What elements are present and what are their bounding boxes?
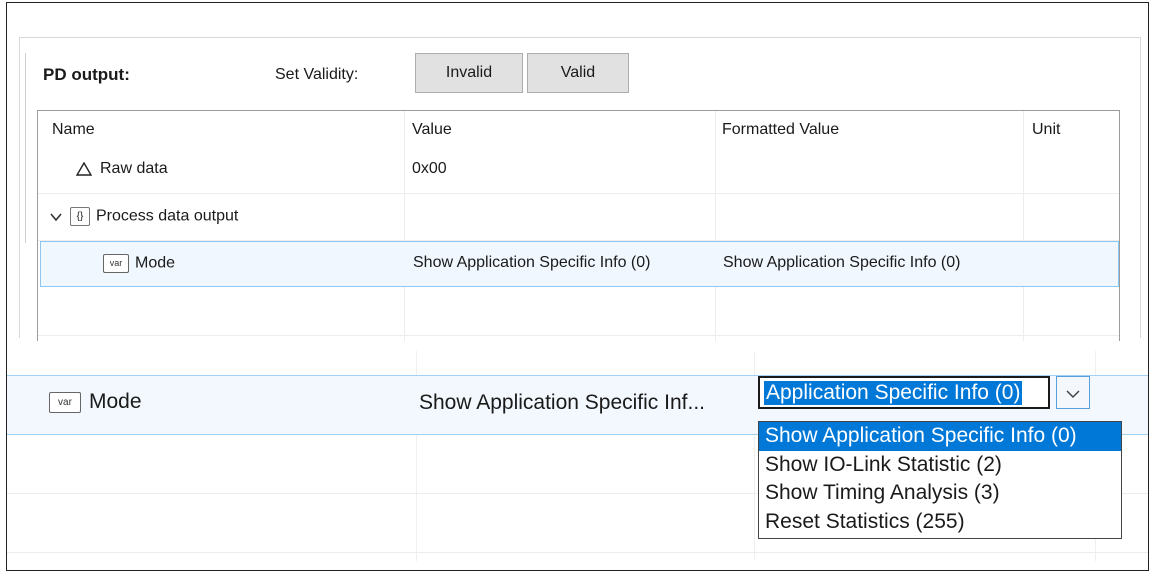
column-header-name[interactable]: Name xyxy=(52,121,95,139)
table-row-selected[interactable]: var Mode Show Application Specific Info (… xyxy=(40,241,1119,287)
set-validity-label: Set Validity: xyxy=(275,66,359,83)
row-name-text: Mode xyxy=(135,254,176,272)
row-name-cell: {} Process data output xyxy=(50,207,238,226)
dropdown-option[interactable]: Show Timing Analysis (3) xyxy=(759,479,1121,508)
combobox-text[interactable]: Application Specific Info (0) xyxy=(758,376,1050,409)
object-icon: {} xyxy=(70,207,90,226)
row-formatted-value-cell: Show Application Specific Info (0) xyxy=(723,254,961,271)
table-row[interactable]: {} Process data output xyxy=(38,194,1119,241)
mode-value-cell: Show Application Specific Inf... xyxy=(419,391,705,414)
row-name-text: Process data output xyxy=(96,207,239,225)
mode-combobox[interactable]: Application Specific Info (0) xyxy=(758,376,1091,409)
column-header-formatted-value[interactable]: Formatted Value xyxy=(722,121,839,139)
mode-name-cell: var Mode xyxy=(49,390,142,414)
triangle-icon xyxy=(76,161,92,176)
row-value-cell: Show Application Specific Info (0) xyxy=(413,254,651,271)
dropdown-option[interactable]: Show Application Specific Info (0) xyxy=(759,422,1121,451)
combobox-dropdown-button[interactable] xyxy=(1056,376,1090,409)
dropdown-option[interactable]: Show IO-Link Statistic (2) xyxy=(759,451,1121,480)
left-panel-edge xyxy=(19,53,26,243)
chevron-down-icon[interactable] xyxy=(50,212,62,222)
row-name-cell: Raw data xyxy=(76,160,168,178)
row-name-text: Raw data xyxy=(100,160,168,177)
table-row[interactable]: Raw data 0x00 xyxy=(38,147,1119,194)
dropdown-option[interactable]: Reset Statistics (255) xyxy=(759,508,1121,537)
column-header-value[interactable]: Value xyxy=(412,121,452,139)
var-icon: var xyxy=(103,254,129,273)
mode-label: Mode xyxy=(89,390,142,413)
mode-dropdown-list: Show Application Specific Info (0) Show … xyxy=(758,421,1122,539)
row-name-cell: var Mode xyxy=(103,254,175,273)
row-value-cell: 0x00 xyxy=(412,160,447,177)
var-icon: var xyxy=(49,391,81,413)
process-data-grid: Name Value Formatted Value Unit Raw data… xyxy=(37,110,1120,341)
valid-button[interactable]: Valid xyxy=(527,53,629,93)
zoomed-mode-editor: var Mode Show Application Specific Inf...… xyxy=(7,351,1148,570)
invalid-button[interactable]: Invalid xyxy=(415,53,523,93)
table-row-empty xyxy=(38,289,1119,336)
pd-output-label: PD output: xyxy=(43,65,130,84)
column-header-unit[interactable]: Unit xyxy=(1032,121,1060,139)
chevron-down-icon xyxy=(1066,390,1080,399)
combobox-selected-text: Application Specific Info (0) xyxy=(764,381,1023,405)
screenshot-frame: PD output: Set Validity: Invalid Valid N… xyxy=(6,2,1149,571)
